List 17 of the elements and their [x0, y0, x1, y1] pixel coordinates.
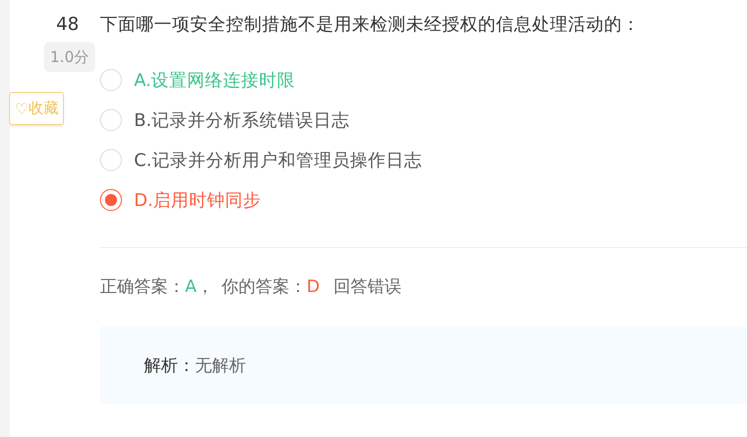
separator-text: ，: [196, 276, 214, 299]
radio-button[interactable]: [100, 189, 122, 211]
score-badge: 1.0分: [44, 42, 95, 72]
correct-answer-value: A: [185, 276, 197, 299]
analysis-label: 解析：: [144, 354, 195, 376]
option-text[interactable]: C.记录并分析用户和管理员操作日志: [134, 148, 422, 172]
correct-answer-label: 正确答案：: [100, 276, 185, 299]
option-text[interactable]: A.设置网络连接时限: [134, 68, 296, 92]
verdict-text: 回答错误: [334, 276, 402, 299]
question-text: 下面哪一项安全控制措施不是用来检测未经授权的信息处理活动的：: [100, 14, 641, 37]
favorite-button[interactable]: ♡收藏: [9, 92, 64, 125]
your-answer-value: D: [306, 276, 320, 299]
option-text[interactable]: B.记录并分析系统错误日志: [134, 108, 350, 132]
your-answer-label: 你的答案：: [222, 276, 307, 299]
question-number: 48: [56, 13, 79, 37]
option-text[interactable]: D.启用时钟同步: [134, 188, 262, 212]
analysis-text: 无解析: [195, 354, 246, 376]
